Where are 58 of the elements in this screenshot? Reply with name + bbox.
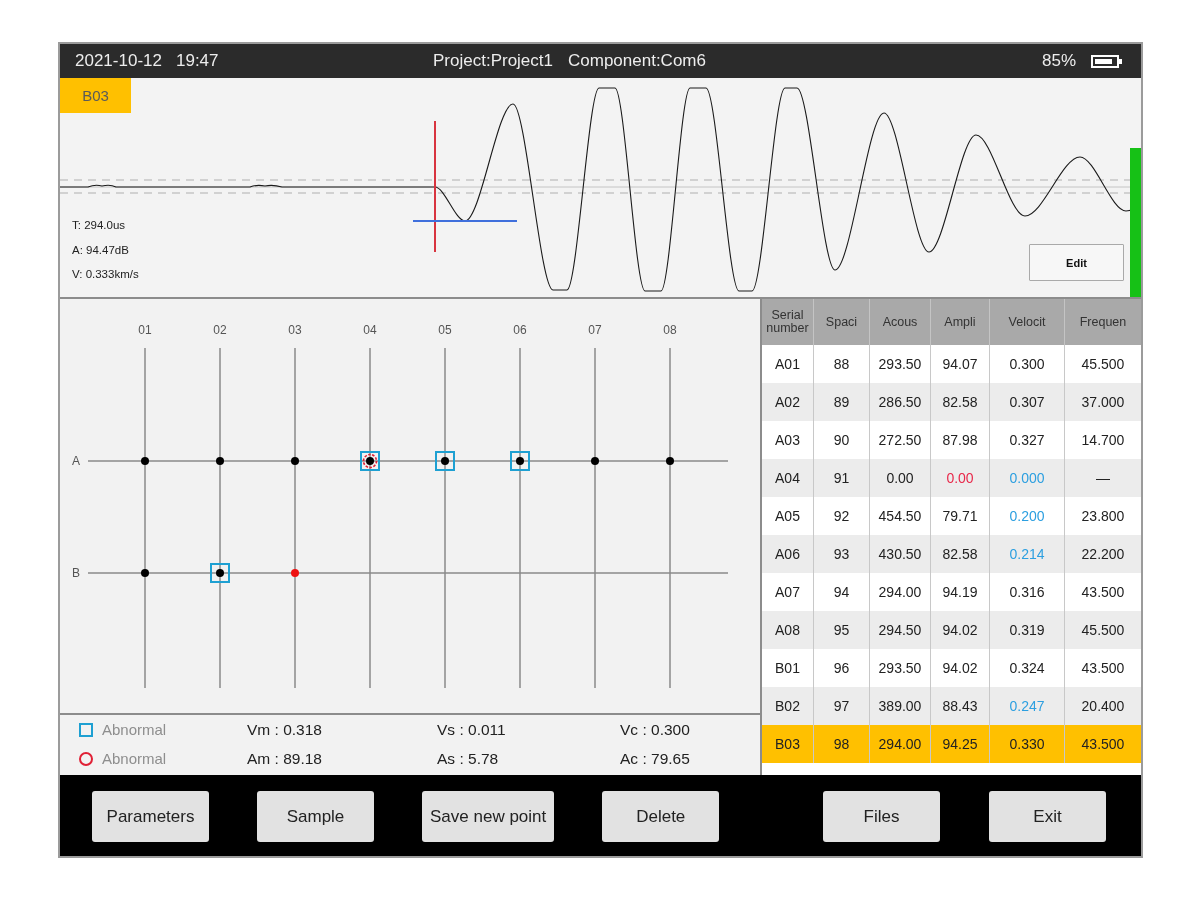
action-button[interactable]: Files bbox=[823, 791, 940, 842]
legend-label: Abnormal bbox=[102, 750, 167, 767]
table-cell-text: — bbox=[1095, 469, 1111, 488]
readout-text: A: 94.47dB bbox=[72, 242, 129, 258]
table-cell-text: 37.000 bbox=[1080, 393, 1126, 412]
column-label: 05 bbox=[438, 323, 452, 337]
readout-text: V: 0.333km/s bbox=[72, 267, 139, 282]
table-row[interactable]: A02 89 286.50 82.58 0.307 37.000 bbox=[762, 383, 1141, 421]
table-cell-text: 45.500 bbox=[1080, 355, 1126, 374]
table-row[interactable]: B03 98 294.00 94.25 0.330 43.500 bbox=[762, 725, 1141, 763]
battery-icon bbox=[1091, 54, 1122, 68]
action-button[interactable]: Save new point bbox=[422, 791, 555, 842]
battery-percent: 85% bbox=[1041, 51, 1076, 71]
column-label: 02 bbox=[213, 323, 227, 337]
table-cell-text: 20.400 bbox=[1080, 697, 1126, 716]
stat-value: Am : 89.18 bbox=[247, 749, 323, 768]
table-row[interactable]: A08 95 294.50 94.02 0.319 45.500 bbox=[762, 611, 1141, 649]
action-button[interactable]: Parameters bbox=[92, 791, 209, 842]
table-cell-text: 14.700 bbox=[1080, 431, 1126, 450]
stat-value: Vc : 0.300 bbox=[620, 720, 690, 739]
action-button[interactable]: Exit bbox=[989, 791, 1106, 842]
table-cell-text: 43.500 bbox=[1080, 583, 1126, 602]
column-label: 03 bbox=[288, 323, 302, 337]
column-label: 06 bbox=[513, 323, 527, 337]
action-button[interactable]: Delete bbox=[602, 791, 720, 842]
stat-value: Vm : 0.318 bbox=[247, 720, 323, 739]
date-text: 2021-10-12 bbox=[75, 51, 162, 71]
table-row[interactable]: A04 91 0.00 0.00 0.000 — bbox=[762, 459, 1141, 497]
column-label: 07 bbox=[588, 323, 602, 337]
point-badge: B03 bbox=[60, 78, 131, 113]
table-cell-text: 45.500 bbox=[1080, 621, 1126, 640]
table-row[interactable]: B02 97 389.00 88.43 0.247 20.400 bbox=[762, 687, 1141, 725]
time-text: 19:47 bbox=[175, 51, 219, 71]
column-label: 08 bbox=[663, 323, 677, 337]
row-label: B bbox=[72, 566, 80, 580]
table-cell-text: 23.800 bbox=[1080, 507, 1126, 526]
column-label: 04 bbox=[363, 323, 377, 337]
table-row[interactable]: A06 93 430.50 82.58 0.214 22.200 bbox=[762, 535, 1141, 573]
stat-value: Vs : 0.011 bbox=[437, 720, 507, 739]
stat-value: As : 5.78 bbox=[437, 749, 500, 768]
project-name: Project:Project1 bbox=[433, 51, 553, 71]
edit-button[interactable]: Edit bbox=[1029, 244, 1124, 281]
readout-text: T: 294.0us bbox=[72, 218, 126, 233]
table-cell: 0.330 bbox=[990, 725, 1065, 763]
row-label: A bbox=[72, 454, 80, 468]
table-cell: B03 bbox=[762, 725, 814, 763]
table-cell-text: 43.500 bbox=[1080, 659, 1126, 678]
component-name: Component:Com6 bbox=[568, 51, 706, 71]
column-header: Frequen bbox=[1078, 313, 1128, 331]
table-cell: 94.25 bbox=[931, 725, 990, 763]
table-cell: 98 bbox=[814, 725, 870, 763]
stat-value: Ac : 79.65 bbox=[620, 749, 690, 768]
table-cell: 294.00 bbox=[870, 725, 931, 763]
table-cell-text: 22.200 bbox=[1080, 545, 1126, 564]
action-button[interactable]: Sample bbox=[257, 791, 374, 842]
legend-label: Abnormal bbox=[102, 721, 167, 738]
table-cell-text: 43.500 bbox=[1080, 735, 1126, 754]
column-label: 01 bbox=[138, 323, 152, 337]
